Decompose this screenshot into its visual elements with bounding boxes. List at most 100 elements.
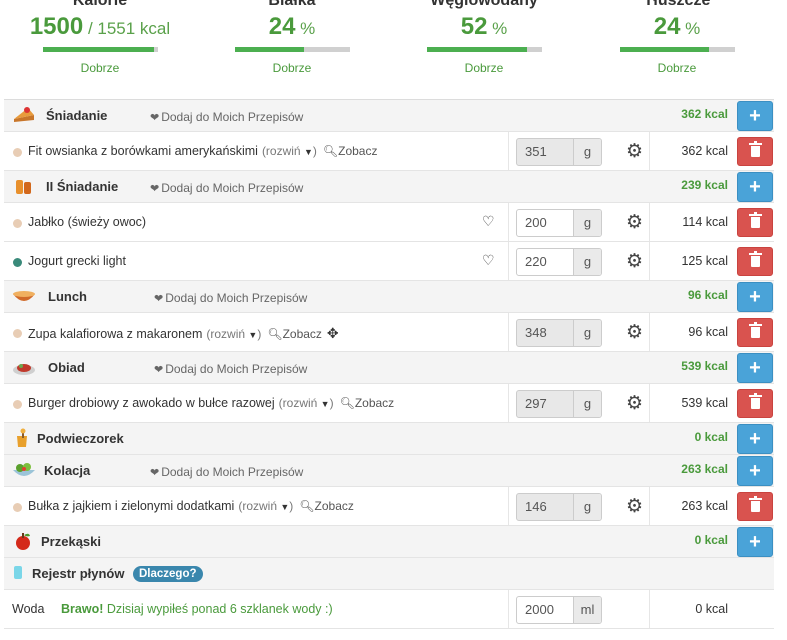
quantity-field[interactable]: 351 g [516,138,602,166]
salad-icon [13,463,35,476]
meal-name: Podwieczorek [37,431,124,446]
move-icon[interactable]: ✥ [327,325,339,341]
water-message: Brawo! Dzisiaj wypiłeś ponad 6 szklanek … [61,602,333,616]
meal-kcal: 96 kcal [687,288,728,302]
trash-icon [749,322,762,338]
meal-row-obiad: Obiad ❤ Dodaj do Moich Przepisów 539 kcal… [4,352,774,384]
add-food-button[interactable]: + [737,456,773,486]
stat-value: 24 % [653,13,701,40]
add-food-button[interactable]: + [737,282,773,312]
view-link[interactable]: 🔍︎Zobacz [299,499,354,513]
carbs-progress-bar [426,47,542,52]
quantity-input[interactable]: 220 g [516,248,602,276]
bread-icon [16,180,31,194]
heart-outline-icon[interactable]: ♡ [482,252,495,269]
quantity-field[interactable]: 297 g [516,390,602,418]
add-food-button[interactable]: + [737,353,773,383]
quantity-field[interactable]: 146 g [516,493,602,521]
fluid-register-title: Rejestr płynów [32,566,125,581]
stat-carbs: Węglowodany 52 % Dobrze [399,0,569,75]
food-row: Jabłko (świeży owoc) ♡ 200 g ⚙ 114 kcal [4,203,774,242]
view-link[interactable]: 🔍︎Zobacz [340,396,395,410]
food-kcal: 96 kcal [688,325,728,339]
expand-toggle[interactable]: (rozwiń ▼) [279,396,334,410]
add-to-recipes-link[interactable]: ❤ Dodaj do Moich Przepisów [150,110,303,124]
delete-food-button[interactable] [737,208,773,237]
meal-row-przekaski: Przekąski 0 kcal + [4,526,774,558]
trash-icon [749,496,762,512]
quantity-field[interactable]: 348 g [516,319,602,347]
delete-food-button[interactable] [737,318,773,347]
meal-row-sniadanie: Śniadanie ❤ Dodaj do Moich Przepisów 362 … [4,100,774,132]
quantity-input[interactable]: 200 g [516,209,602,237]
stat-fat: Tłuszcze 24 % Dobrze [592,0,762,75]
add-food-button[interactable]: + [737,527,773,557]
food-type-dot [13,329,22,338]
heart-outline-icon[interactable]: ♡ [482,213,495,230]
why-badge[interactable]: Dlaczego? [133,566,203,582]
view-link[interactable]: 🔍︎Zobacz [323,144,378,158]
view-link[interactable]: 🔍︎Zobacz [267,327,322,341]
meal-name: Śniadanie [46,108,108,123]
meal-name: Lunch [48,289,87,304]
meal-name: Przekąski [41,534,101,549]
gear-icon[interactable]: ⚙ [626,213,643,232]
water-quantity-input[interactable]: 2000 ml [516,596,602,624]
delete-food-button[interactable] [737,137,773,166]
food-type-dot [13,148,22,157]
gear-icon[interactable]: ⚙ [626,394,643,413]
meal-name: Kolacja [44,463,91,478]
honey-icon [17,428,27,447]
add-to-recipes-link[interactable]: ❤ Dodaj do Moich Przepisów [154,362,307,376]
delete-food-button[interactable] [737,389,773,418]
expand-toggle[interactable]: (rozwiń ▼) [238,499,293,513]
delete-food-button[interactable] [737,247,773,276]
stat-title: Kalorie [72,0,128,9]
stat-status: Dobrze [464,61,504,75]
food-row: Burger drobiowy z awokado w bułce razowe… [4,384,774,423]
food-kcal: 125 kcal [681,254,728,268]
gear-icon[interactable]: ⚙ [626,142,643,161]
trash-icon [749,393,762,409]
food-name: Fit owsianka z borówkami amerykańskimi [28,144,258,158]
calories-progress-bar [42,47,158,52]
add-food-button[interactable]: + [737,101,773,131]
stat-calories: Kalorie 1500 / 1551 kcal Dobrze [15,0,185,75]
meal-kcal: 0 kcal [694,533,728,547]
glass-icon [14,566,22,579]
meal-name: II Śniadanie [46,179,119,194]
food-name: Burger drobiowy z awokado w bułce razowe… [28,396,275,410]
fat-progress-bar [619,47,735,52]
gear-icon[interactable]: ⚙ [626,252,643,271]
expand-toggle[interactable]: (rozwiń ▼) [262,144,317,158]
heart-icon: ❤ [150,112,160,124]
delete-food-button[interactable] [737,492,773,521]
heart-icon: ❤ [150,467,160,479]
meal-kcal: 0 kcal [694,430,728,444]
gear-icon[interactable]: ⚙ [626,323,643,342]
food-kcal: 539 kcal [681,396,728,410]
add-to-recipes-link[interactable]: ❤ Dodaj do Moich Przepisów [150,181,303,195]
meal-kcal: 362 kcal [681,107,728,121]
add-food-button[interactable]: + [737,172,773,202]
food-row: Jogurt grecki light ♡ 220 g ⚙ 125 kcal [4,242,774,281]
meal-diary: Śniadanie ❤ Dodaj do Moich Przepisów 362 … [4,99,774,629]
stat-status: Dobrze [657,61,697,75]
water-kcal: 0 kcal [695,602,728,616]
trash-icon [749,141,762,157]
food-name: Jabłko (świeży owoc) [28,215,147,229]
gear-icon[interactable]: ⚙ [626,497,643,516]
add-to-recipes-link[interactable]: ❤ Dodaj do Moich Przepisów [154,291,307,305]
heart-icon: ❤ [154,293,164,305]
water-row: Woda Brawo! Dzisiaj wypiłeś ponad 6 szkl… [4,590,774,629]
food-name: Zupa kalafiorowa z makaronem [28,327,203,341]
stat-protein: Białka 24 % Dobrze [207,0,377,75]
trash-icon [749,212,762,228]
add-to-recipes-link[interactable]: ❤ Dodaj do Moich Przepisów [150,465,303,479]
dinner-icon [13,364,35,375]
stat-value: 52 % [460,13,508,40]
expand-toggle[interactable]: (rozwiń ▼) [206,327,261,341]
food-kcal: 362 kcal [681,144,728,158]
stat-status: Dobrze [80,61,120,75]
add-food-button[interactable]: + [737,424,773,454]
